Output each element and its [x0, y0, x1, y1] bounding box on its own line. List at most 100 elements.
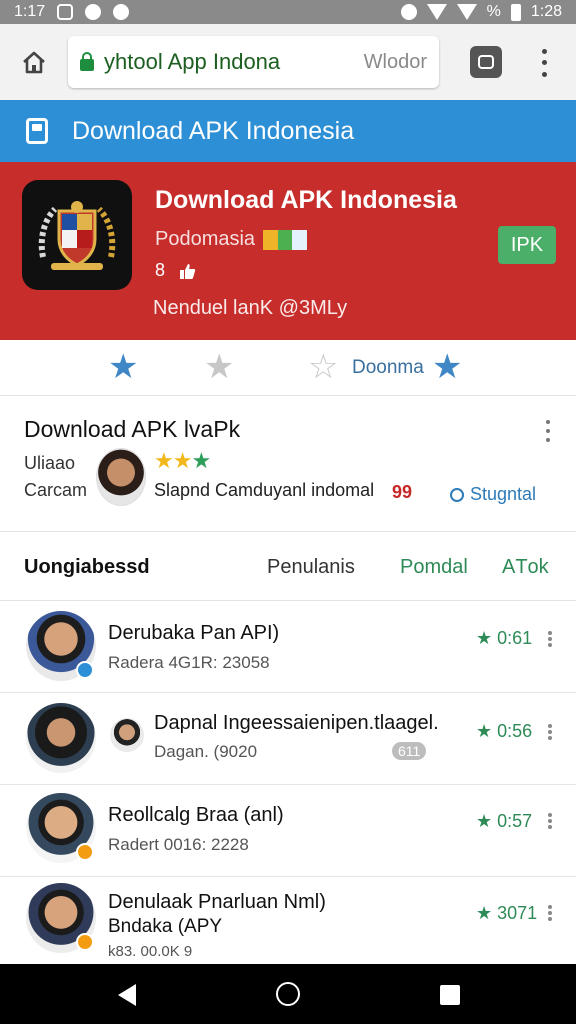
rating-row: ★ ★ ☆ Doonma ★: [0, 340, 576, 396]
list-item-subtitle: Dagan. (9020: [154, 742, 258, 761]
browser-toolbar: yhtool App Indona Wlodor: [0, 24, 576, 100]
details-title: Download APK lvaPk: [24, 416, 241, 442]
details-link-text: Stugntal: [470, 484, 537, 504]
details-link[interactable]: Stugntal: [450, 484, 536, 505]
list-item-extra: k83. 00.0K 9: [108, 943, 193, 960]
more-dot-icon: [548, 825, 552, 829]
more-dot-icon: [548, 813, 552, 817]
list-item-more-button[interactable]: [548, 813, 552, 829]
rating-label[interactable]: Doonma: [352, 357, 424, 379]
wifi-icon: [426, 4, 447, 20]
more-dot-icon: [548, 905, 552, 909]
url-text: yhtool App Indona: [104, 49, 281, 74]
list-item-subtitle: Radert 0016: 2228: [108, 835, 249, 854]
back-icon[interactable]: [118, 984, 136, 1006]
alarm-icon: [400, 4, 417, 20]
app-subtitle: Nenduel lanK @3MLy: [153, 297, 348, 319]
avatar-small: [110, 718, 144, 752]
list-item-score: ★ 0:57: [476, 811, 533, 831]
meta-count: 8: [155, 260, 166, 280]
app-title: Download APK Indonesia: [155, 186, 457, 214]
home-icon: [23, 51, 45, 74]
star-icon[interactable]: ★: [204, 350, 234, 384]
badge-icon: [76, 933, 94, 951]
more-dot-icon: [546, 420, 550, 424]
status-bar: 1:17 % 1:28: [0, 0, 576, 24]
list-item-title: Reollcalg Braa (anl): [108, 804, 284, 826]
list-item-more-button[interactable]: [548, 724, 552, 740]
more-dot-icon: [546, 438, 550, 442]
site-logo-icon: [26, 118, 48, 144]
star-outline-icon[interactable]: ☆: [308, 350, 338, 384]
more-dot-icon: [546, 429, 550, 433]
status-time: 1:17: [14, 3, 46, 20]
tab-1[interactable]: Uongiabessd: [24, 556, 150, 579]
developer-name: Podomasia: [155, 228, 256, 250]
app-meta: 8: [155, 260, 197, 281]
details-more-button[interactable]: [546, 420, 552, 442]
star-icon[interactable]: ★: [108, 350, 138, 384]
list-item-subtitle: Radera 4G1R: 23058: [108, 653, 270, 672]
browser-menu-button[interactable]: [532, 46, 556, 80]
battery-icon: [510, 3, 521, 21]
app-details-card: Download APK lvaPk Uliaao ★★★ Carcam Sla…: [0, 396, 576, 532]
more-dot-icon: [541, 60, 547, 66]
star-icon: ★: [191, 448, 211, 473]
star-icon[interactable]: ★: [432, 350, 462, 384]
more-dot-icon: [548, 724, 552, 728]
address-bar[interactable]: yhtool App Indona Wlodor: [68, 36, 439, 88]
list-item[interactable]: Dapnal Ingeessaienipen.tlaagel. Dagan. (…: [0, 693, 576, 785]
more-dot-icon: [548, 637, 552, 641]
details-label-2: Carcam: [24, 480, 88, 500]
list-item-score: ★ 0:61: [476, 628, 533, 648]
list-item-more-button[interactable]: [548, 905, 552, 921]
list-item-more-button[interactable]: [548, 631, 552, 647]
score-value: 0:57: [497, 811, 533, 831]
details-description: Slapnd Camduyanl indomal: [154, 480, 375, 500]
list-item-title: Derubaka Pan API): [108, 622, 280, 644]
list-item-subtitle: Bndaka (APY: [108, 916, 223, 937]
lock-icon: [80, 52, 94, 71]
site-header: Download APK Indonesia: [0, 100, 576, 162]
list-item[interactable]: Reollcalg Braa (anl) Radert 0016: 2228 ★…: [0, 785, 576, 877]
install-button[interactable]: IPK: [498, 226, 556, 264]
app-developer[interactable]: Podomasia: [155, 228, 308, 251]
recent-apps-icon[interactable]: [440, 985, 460, 1005]
notification-icon-2: [113, 4, 130, 20]
badge-icon: [76, 843, 94, 861]
details-label-1: Uliaao: [24, 453, 76, 473]
list-item-title: Denulaak Pnarluan Nml): [108, 891, 326, 913]
url-hint: Wlodor: [363, 50, 427, 73]
author-avatar[interactable]: [96, 448, 146, 506]
avatar: [26, 703, 96, 773]
home-button[interactable]: [14, 42, 54, 82]
list-item[interactable]: Denulaak Pnarluan Nml) Bndaka (APY k83. …: [0, 877, 576, 964]
app-hero: Download APK Indonesia Podomasia 8 Nendu…: [0, 162, 576, 340]
list-item-score: ★ 3071: [476, 903, 538, 923]
list-item[interactable]: Derubaka Pan API) Radera 4G1R: 23058 ★ 0…: [0, 601, 576, 693]
signal-icon: [456, 4, 477, 20]
site-title[interactable]: Download APK Indonesia: [72, 117, 354, 146]
more-dot-icon: [548, 917, 552, 921]
tab-2[interactable]: Penulanis: [267, 556, 355, 579]
instagram-icon: [57, 4, 74, 20]
home-circle-icon[interactable]: [276, 982, 300, 1006]
tab-bar: Uongiabessd Penulanis Pomdal AТok: [0, 533, 576, 601]
list-item-title: Dapnal Ingeessaienipen.tlaagel.: [154, 712, 439, 734]
more-dot-icon: [541, 49, 547, 55]
more-dot-icon: [548, 643, 552, 647]
tab-4[interactable]: AТok: [502, 556, 549, 579]
battery-percent: %: [486, 3, 501, 20]
more-dot-icon: [548, 631, 552, 635]
list-item-tag: 611: [392, 742, 427, 760]
list-item-score: ★ 0:56: [476, 721, 533, 741]
notification-icon: [85, 4, 102, 20]
emblem-icon: [38, 201, 116, 270]
tab-3[interactable]: Pomdal: [400, 556, 468, 579]
tabs-button[interactable]: [470, 46, 502, 78]
info-icon: [450, 487, 464, 502]
more-dot-icon: [548, 819, 552, 823]
rating-stars: ★★★: [154, 448, 211, 474]
flag-icon: [263, 229, 308, 250]
more-dot-icon: [548, 736, 552, 740]
